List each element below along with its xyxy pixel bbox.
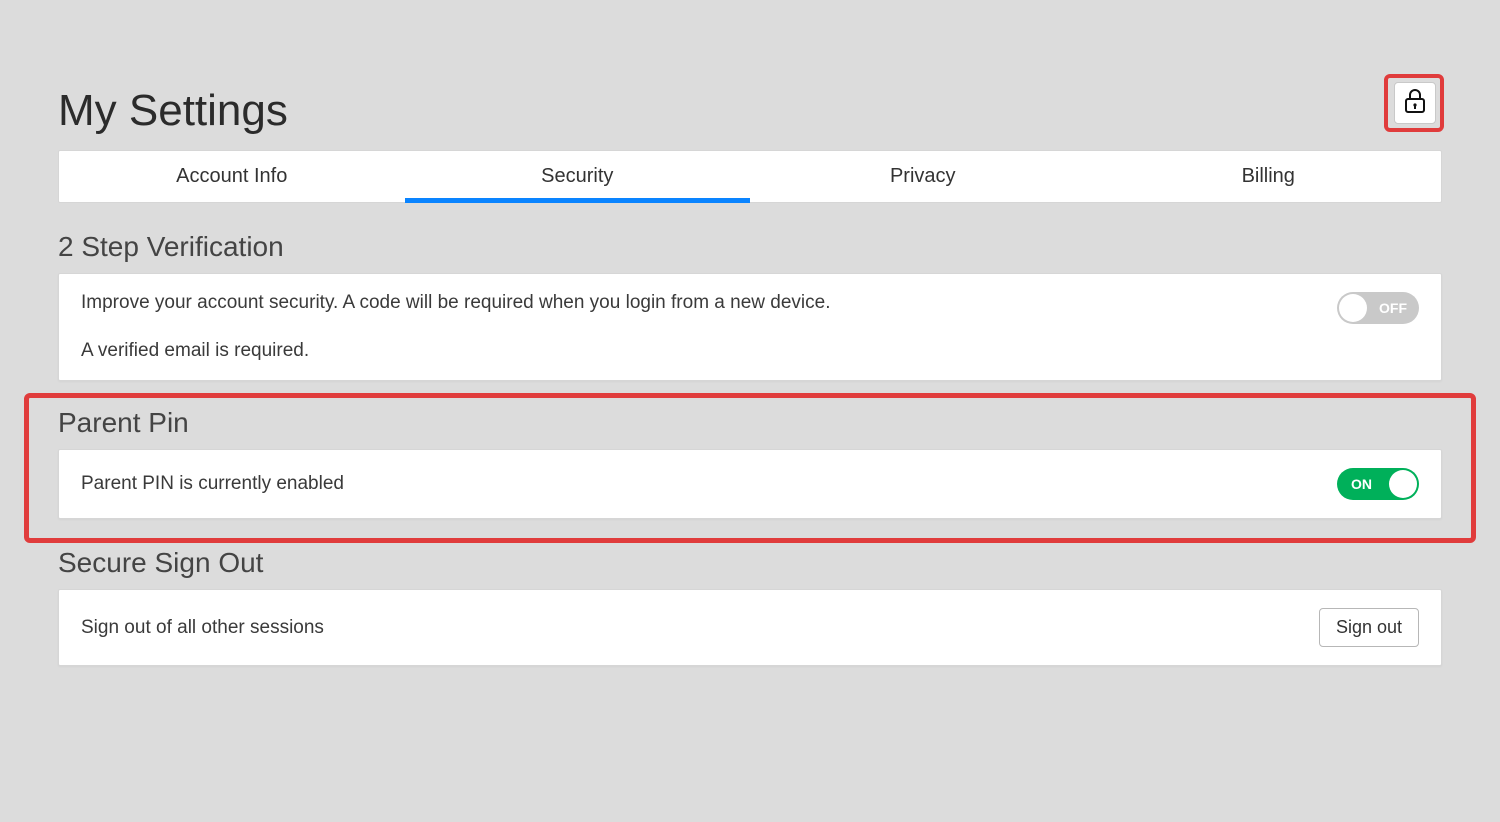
two-step-description: Improve your account security. A code wi… <box>81 292 830 314</box>
parent-pin-toggle-label: ON <box>1351 476 1372 492</box>
lock-icon <box>1404 88 1426 119</box>
secure-signout-card: Sign out of all other sessions Sign out <box>58 589 1442 666</box>
tab-account-info[interactable]: Account Info <box>59 151 405 202</box>
sign-out-button[interactable]: Sign out <box>1319 608 1419 647</box>
page-title: My Settings <box>58 86 1442 136</box>
tab-billing[interactable]: Billing <box>1096 151 1442 202</box>
tab-privacy[interactable]: Privacy <box>750 151 1096 202</box>
two-step-card: Improve your account security. A code wi… <box>58 273 1442 381</box>
parent-pin-description: Parent PIN is currently enabled <box>81 473 344 495</box>
two-step-note: A verified email is required. <box>81 340 830 362</box>
toggle-knob <box>1389 470 1417 498</box>
secure-signout-heading: Secure Sign Out <box>58 547 1442 579</box>
toggle-knob <box>1339 294 1367 322</box>
tab-security[interactable]: Security <box>405 151 751 202</box>
parent-pin-toggle[interactable]: ON <box>1337 468 1419 500</box>
two-step-heading: 2 Step Verification <box>58 231 1442 263</box>
lock-button[interactable] <box>1394 82 1436 124</box>
parent-pin-text: Parent PIN is currently enabled <box>81 473 344 495</box>
secure-signout-text: Sign out of all other sessions <box>81 617 324 639</box>
parent-pin-heading: Parent Pin <box>58 407 1442 439</box>
settings-tabs: Account Info Security Privacy Billing <box>58 150 1442 203</box>
two-step-toggle[interactable]: OFF <box>1337 292 1419 324</box>
two-step-text: Improve your account security. A code wi… <box>81 292 830 362</box>
two-step-toggle-label: OFF <box>1379 300 1407 316</box>
secure-signout-description: Sign out of all other sessions <box>81 617 324 639</box>
parent-pin-card: Parent PIN is currently enabled ON <box>58 449 1442 519</box>
